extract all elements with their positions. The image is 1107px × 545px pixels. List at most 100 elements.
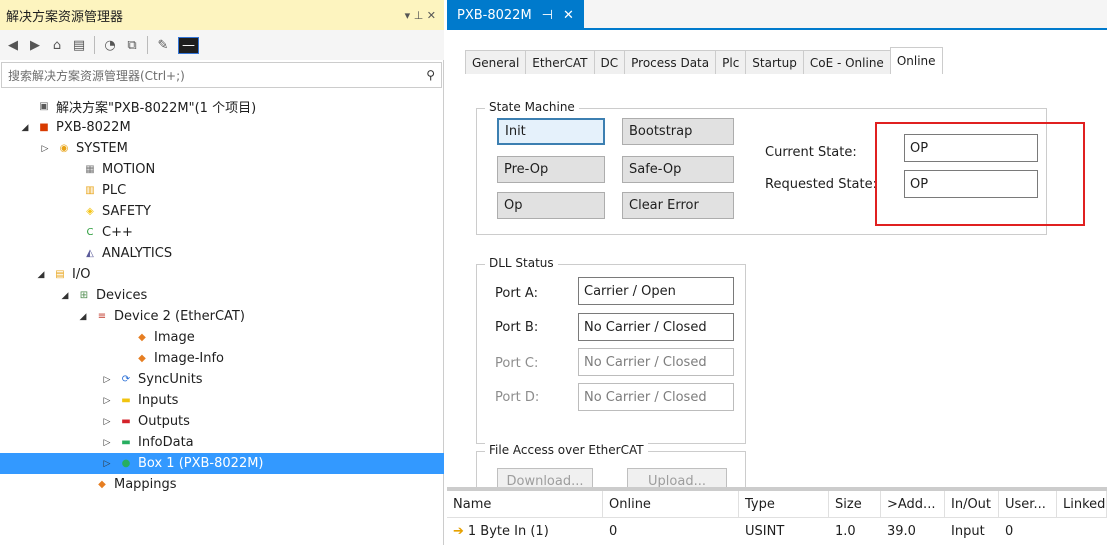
inputs-icon: ▬: [121, 395, 131, 406]
tab-startup[interactable]: Startup: [745, 50, 804, 74]
init-button[interactable]: Init: [497, 118, 605, 145]
safe-op-button[interactable]: Safe-Op: [622, 156, 734, 183]
pre-op-button[interactable]: Pre-Op: [497, 156, 605, 183]
ethercat-device-icon: ≡: [97, 311, 107, 322]
close-icon[interactable]: ✕: [563, 8, 574, 23]
tree-item-label: SYSTEM: [76, 141, 128, 156]
pin-icon[interactable]: ⊣: [542, 8, 553, 23]
column-header[interactable]: Name: [447, 491, 603, 518]
expand-arrow-icon[interactable]: ▷: [38, 144, 52, 154]
expand-arrow-icon[interactable]: ◢: [76, 312, 90, 322]
document-tab-bar: PXB-8022M ⊣ ✕: [447, 0, 1107, 30]
tree-item[interactable]: ▥ PLC: [64, 180, 126, 201]
tree-item-label: ANALYTICS: [102, 246, 173, 261]
tree-item[interactable]: ◆ Image-Info: [116, 348, 224, 369]
preview-icon[interactable]: —: [178, 36, 199, 54]
tree-item[interactable]: ▦ MOTION: [64, 159, 155, 180]
tree-item[interactable]: ◈ SAFETY: [64, 201, 151, 222]
properties-wrench-icon[interactable]: ✎: [156, 38, 170, 53]
tree-item[interactable]: ▷ ◉ SYSTEM: [38, 138, 128, 159]
expand-arrow-icon[interactable]: ▷: [100, 396, 114, 406]
tree-item[interactable]: ◆ Mappings: [76, 474, 176, 495]
variable-name: 1 Byte In (1): [467, 524, 549, 539]
tab-general[interactable]: General: [465, 50, 527, 74]
input-variable-icon: ➔: [453, 524, 464, 539]
tree-item[interactable]: ▷ ⟳ SyncUnits: [100, 369, 203, 390]
tree-item[interactable]: ◢ ⊞ Devices: [58, 285, 148, 306]
port-b-field[interactable]: No Carrier / Closed: [578, 313, 734, 341]
switch-views-icon[interactable]: ▤: [72, 38, 86, 53]
bootstrap-button[interactable]: Bootstrap: [622, 118, 734, 145]
column-header[interactable]: Linked: [1057, 491, 1107, 518]
panel-title: 解决方案资源管理器: [6, 9, 124, 25]
tree-item-label: Device 2 (EtherCAT): [114, 309, 245, 324]
sync-icon[interactable]: ⧉: [125, 38, 139, 53]
image-info-icon: ◆: [138, 353, 146, 364]
tree-item[interactable]: ◆ Image: [116, 327, 195, 348]
column-header[interactable]: In/Out: [945, 491, 999, 518]
safety-icon: ◈: [86, 206, 94, 217]
table-cell: 0: [1005, 524, 1014, 539]
tree-item-label: MOTION: [102, 162, 156, 177]
tree-item-label: SyncUnits: [138, 372, 203, 387]
expand-arrow-icon[interactable]: ▷: [100, 375, 114, 385]
solution-explorer-panel: 解决方案资源管理器 ▾ ⊥ ✕ ◀ ▶ ⌂ ▤ ◔ ⧉ ✎ — 搜索解决方案资源…: [0, 0, 444, 545]
tree-item[interactable]: ◢ ▤ I/O: [34, 264, 91, 285]
expand-arrow-icon[interactable]: ◢: [18, 123, 32, 133]
tree-item-label: PXB-8022M: [56, 120, 131, 135]
toolbar-separator: [147, 36, 148, 54]
analytics-icon: ◭: [86, 248, 94, 259]
explorer-search-box[interactable]: 搜索解决方案资源管理器(Ctrl+;) ⚲: [1, 62, 442, 88]
column-header[interactable]: Online: [603, 491, 739, 518]
column-header[interactable]: Size: [829, 491, 881, 518]
tab-coe-online[interactable]: CoE - Online: [802, 50, 891, 74]
tab-plc[interactable]: Plc: [715, 50, 747, 74]
tree-item[interactable]: ▷ ▬ Outputs: [100, 411, 190, 432]
tree-item[interactable]: ▷ ▬ Inputs: [100, 390, 179, 411]
port-b-label: Port B:: [495, 320, 539, 335]
tree-item[interactable]: ▷ ▬ InfoData: [100, 432, 194, 453]
port-a-field[interactable]: Carrier / Open: [578, 277, 734, 305]
back-icon[interactable]: ◀: [6, 38, 20, 53]
cpp-icon: C: [86, 227, 94, 238]
tab-ethercat[interactable]: EtherCAT: [525, 50, 595, 74]
tree-item[interactable]: ◭ ANALYTICS: [64, 243, 172, 264]
solution-icon: ▣: [39, 101, 49, 112]
forward-icon[interactable]: ▶: [28, 38, 42, 53]
column-header[interactable]: User...: [999, 491, 1057, 518]
devices-icon: ⊞: [79, 290, 89, 301]
table-cell[interactable]: ➔ 1 Byte In (1): [447, 518, 603, 545]
mappings-icon: ◆: [98, 479, 106, 490]
current-state-label: Current State:: [765, 145, 857, 160]
plc-icon: ▥: [85, 185, 95, 196]
clear-error-button[interactable]: Clear Error: [622, 192, 734, 219]
history-icon[interactable]: ◔: [103, 38, 117, 53]
expand-arrow-icon[interactable]: ▷: [100, 459, 114, 469]
tree-item-label: C++: [102, 225, 133, 240]
panel-window-controls[interactable]: ▾ ⊥ ✕: [405, 9, 436, 22]
expand-arrow-icon[interactable]: ◢: [34, 270, 48, 280]
column-header[interactable]: Type: [739, 491, 829, 518]
tree-item[interactable]: ▣ 解决方案"PXB-8022M"(1 个项目): [18, 96, 256, 117]
expand-arrow-icon[interactable]: ▷: [100, 417, 114, 427]
tree-item-label: Image: [154, 330, 195, 345]
tree-item[interactable]: ◢ ■ PXB-8022M: [18, 117, 131, 138]
tree-item[interactable]: C C++: [64, 222, 133, 243]
dll-status-title: DLL Status: [485, 256, 558, 270]
expand-arrow-icon[interactable]: ▷: [100, 438, 114, 448]
home-icon[interactable]: ⌂: [50, 38, 64, 53]
document-tab[interactable]: PXB-8022M ⊣ ✕: [447, 0, 584, 30]
tree-item[interactable]: ◢ ≡ Device 2 (EtherCAT): [76, 306, 245, 327]
tab-dc[interactable]: DC: [593, 50, 626, 74]
column-header[interactable]: >Add...: [881, 491, 945, 518]
op-button[interactable]: Op: [497, 192, 605, 219]
tab-online[interactable]: Online: [889, 47, 943, 74]
tree-item[interactable]: ▷ ● Box 1 (PXB-8022M): [0, 453, 444, 474]
search-icon[interactable]: ⚲: [426, 68, 435, 82]
requested-state-label: Requested State:: [765, 177, 877, 192]
expand-arrow-icon[interactable]: ◢: [58, 291, 72, 301]
tree-item-label: SAFETY: [102, 204, 151, 219]
tab-process-data[interactable]: Process Data: [624, 50, 717, 74]
panel-title-bar: 解决方案资源管理器 ▾ ⊥ ✕: [0, 0, 444, 30]
infodata-icon: ▬: [121, 437, 131, 448]
